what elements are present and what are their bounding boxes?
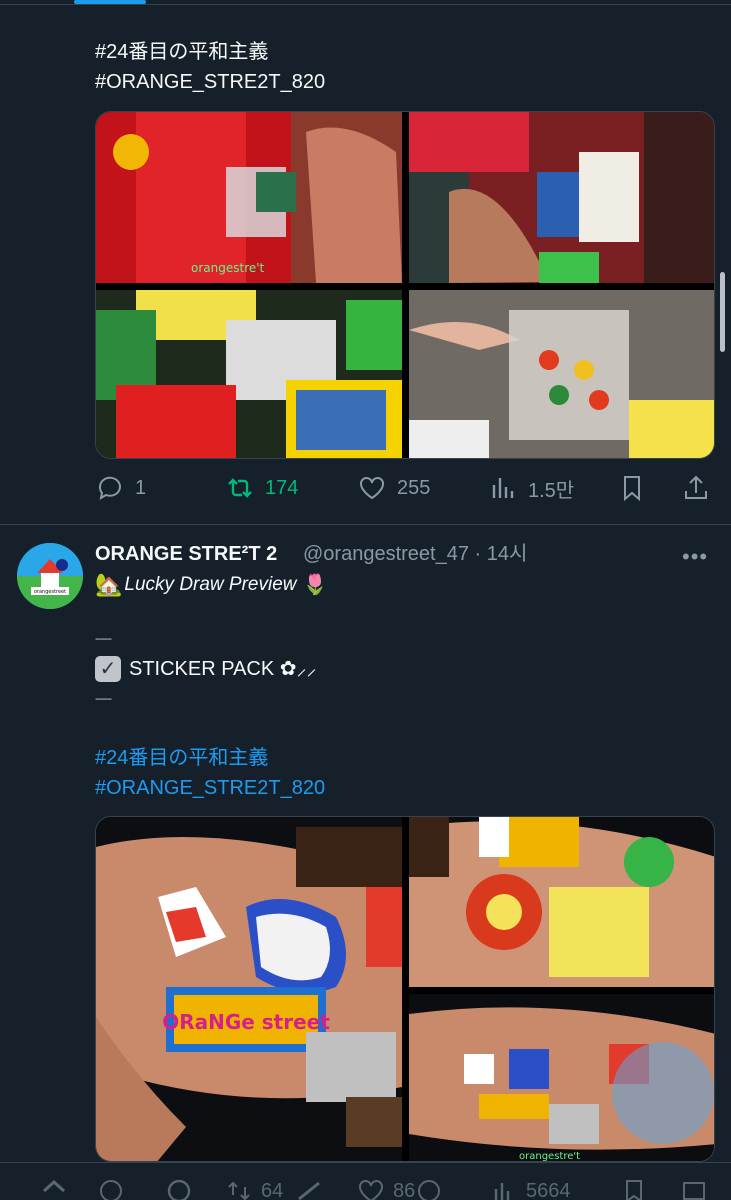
bottom-heart-icon bbox=[359, 1180, 383, 1200]
tweet2-line-2: ✓ STICKER PACK ✿⸝⸝ bbox=[95, 654, 317, 684]
reply-icon bbox=[98, 476, 121, 501]
tweet1-photo-4[interactable] bbox=[409, 290, 714, 458]
floating-overlay-button[interactable] bbox=[612, 1042, 714, 1144]
bottom-action-bar: 64 86 5664 bbox=[0, 1162, 731, 1200]
like-count: 255 bbox=[397, 476, 431, 499]
bottom-retweet-icon bbox=[228, 1181, 250, 1200]
tweet2-photo-brand: orangestre't bbox=[519, 1151, 580, 1162]
reply-count: 1 bbox=[135, 476, 147, 499]
checkbox-emoji-icon: ✓ bbox=[95, 656, 121, 682]
grok-icon[interactable] bbox=[295, 1177, 323, 1200]
sticker-pack-text: STICKER PACK ✿⸝⸝ bbox=[129, 658, 317, 680]
tweet2-photo-2[interactable] bbox=[409, 817, 714, 987]
home-icon[interactable] bbox=[40, 1177, 68, 1200]
reply-button[interactable]: 1 bbox=[95, 470, 146, 506]
bookmark-icon bbox=[624, 476, 640, 502]
bottom-like-button[interactable]: 86 bbox=[357, 1177, 415, 1200]
tweet1-photo-3[interactable] bbox=[96, 290, 402, 458]
bottom-views-button[interactable]: 5664 bbox=[490, 1177, 571, 1200]
bottom-like-count: 86 bbox=[393, 1179, 416, 1200]
views-button[interactable]: 1.5만 bbox=[488, 470, 574, 506]
bookmark-button[interactable] bbox=[617, 470, 647, 506]
share-icon bbox=[685, 475, 707, 499]
bottom-retweet-count: 64 bbox=[261, 1179, 284, 1200]
avatar[interactable]: orangestreet bbox=[17, 543, 83, 609]
search-icon[interactable] bbox=[165, 1177, 193, 1200]
share-button[interactable] bbox=[681, 470, 711, 506]
retweet-button[interactable]: 174 bbox=[225, 470, 298, 506]
sticker-text: ORaNGe street bbox=[162, 1010, 330, 1034]
tweet1-action-bar: 1 174 255 1.5만 bbox=[95, 470, 715, 506]
messages-icon[interactable] bbox=[680, 1177, 708, 1200]
tulip-emoji-icon: 🌷 bbox=[302, 574, 328, 596]
handle-and-time[interactable]: @orangestreet_47 · 14시 bbox=[303, 540, 527, 568]
scrollbar[interactable] bbox=[720, 272, 725, 352]
tweet2-photo-1[interactable]: ORaNGe street bbox=[96, 817, 402, 1161]
bottom-views-count: 5664 bbox=[526, 1179, 571, 1200]
dash-line-1: ------ bbox=[95, 633, 112, 645]
bottom-retweet-button[interactable]: 64 bbox=[225, 1177, 283, 1200]
top-divider bbox=[0, 4, 731, 5]
analytics-icon bbox=[492, 478, 514, 498]
tweet2-hashtag-2[interactable]: #ORANGE_STRE2T_820 bbox=[95, 773, 325, 803]
tweet1-hashtag-2[interactable]: #ORANGE_STRE2T_820 bbox=[95, 67, 325, 97]
tweet2-line-1: 🏡 Lucky Draw Preview 🌷 bbox=[95, 570, 327, 600]
tweet1-photo-2[interactable] bbox=[409, 112, 714, 283]
tweet-divider bbox=[0, 524, 731, 525]
notifications-icon[interactable] bbox=[415, 1177, 443, 1200]
avatar-label: orangestreet bbox=[34, 589, 66, 595]
bottom-reply-icon[interactable] bbox=[97, 1177, 125, 1200]
bottom-analytics-icon bbox=[494, 1183, 510, 1200]
retweet-count: 174 bbox=[265, 476, 299, 499]
tweet1-photo-1[interactable]: orangestre't bbox=[96, 112, 402, 283]
retweet-icon bbox=[228, 478, 252, 498]
tweet2-hashtag-1[interactable]: #24番目の平和主義 bbox=[95, 743, 268, 773]
bottom-bookmark-icon[interactable] bbox=[620, 1177, 648, 1200]
display-name[interactable]: ORANGE STRE²T 2 bbox=[95, 540, 277, 568]
more-options-icon[interactable]: ••• bbox=[682, 544, 714, 569]
like-button[interactable]: 255 bbox=[357, 470, 430, 506]
tweet1-media-grid[interactable]: orangestre't bbox=[95, 111, 715, 459]
tweet1-photo-brand: orangestre't bbox=[191, 261, 265, 275]
views-count: 1.5만 bbox=[528, 479, 575, 502]
dash-line-2: ------ bbox=[95, 693, 112, 705]
lucky-draw-text: Lucky Draw Preview bbox=[124, 574, 297, 595]
heart-icon bbox=[360, 477, 384, 500]
active-tab-indicator bbox=[74, 0, 146, 4]
house-emoji-icon: 🏡 bbox=[95, 572, 123, 597]
tweet1-hashtag-1[interactable]: #24番目の平和主義 bbox=[95, 37, 268, 67]
